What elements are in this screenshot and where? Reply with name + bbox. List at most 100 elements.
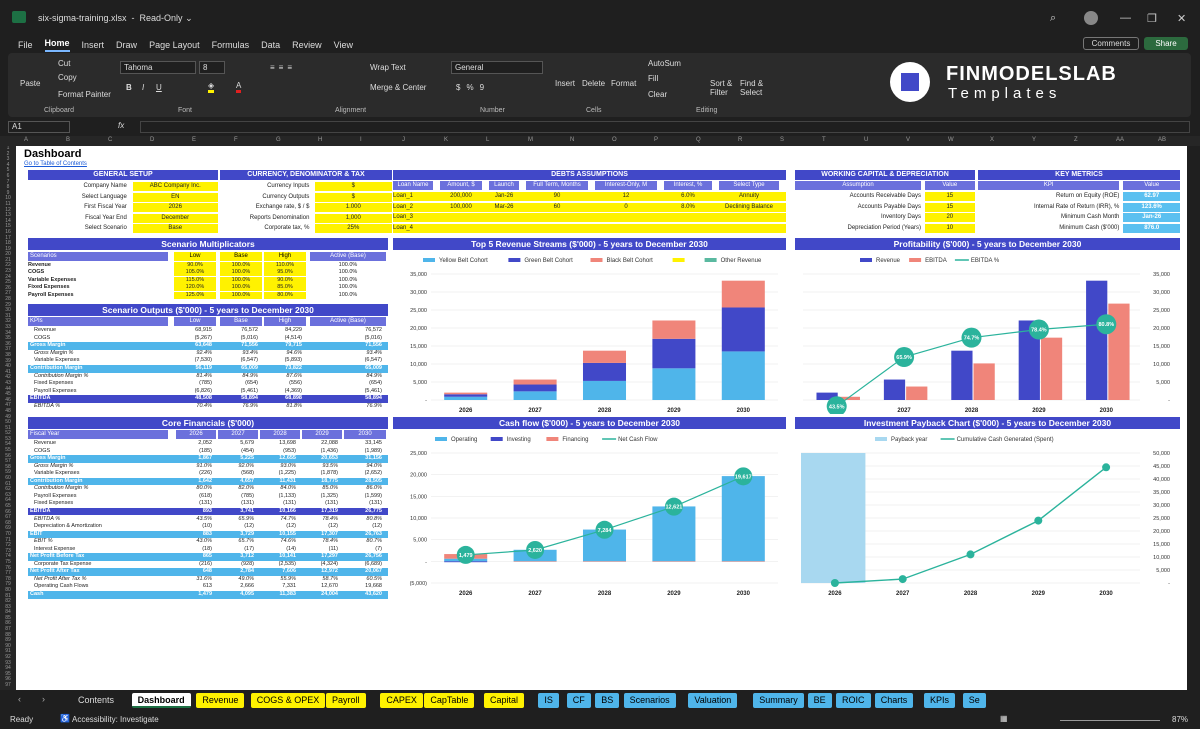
column-header[interactable]: C	[108, 137, 112, 143]
menu-view[interactable]: View	[334, 40, 353, 50]
tab-scroll-right-icon[interactable]: ›	[42, 694, 45, 704]
column-header[interactable]: H	[318, 137, 322, 143]
tab-is[interactable]: IS	[538, 693, 559, 708]
menu-formulas[interactable]: Formulas	[212, 40, 250, 50]
minimize-icon[interactable]: —	[1120, 12, 1131, 24]
underline-button[interactable]: U	[156, 83, 162, 92]
tab-bs[interactable]: BS	[595, 693, 620, 708]
zoom-slider[interactable]	[1060, 720, 1160, 721]
sort-filter-button[interactable]: Sort & Filter	[710, 79, 736, 97]
kpi-cell: Depreciation & Amortization	[34, 523, 102, 530]
normal-view-icon[interactable]: ▦	[1000, 714, 1008, 723]
fx-icon[interactable]: fx	[118, 121, 124, 130]
formula-input[interactable]	[140, 121, 1190, 133]
menu-home[interactable]: Home	[44, 38, 70, 52]
column-header[interactable]: Y	[1032, 137, 1036, 143]
row-number[interactable]: 97	[0, 682, 16, 689]
column-header[interactable]: F	[234, 137, 238, 143]
italic-button[interactable]: I	[142, 83, 144, 92]
wrap-text-button[interactable]: Wrap Text	[370, 63, 406, 72]
column-header[interactable]: G	[276, 137, 281, 143]
menu-insert[interactable]: Insert	[82, 40, 105, 50]
column-header[interactable]: J	[402, 137, 405, 143]
copy-button[interactable]: Copy	[58, 73, 77, 82]
tab-valuation[interactable]: Valuation	[688, 693, 738, 708]
tab-payroll[interactable]: Payroll	[326, 693, 366, 708]
column-header[interactable]: P	[654, 137, 658, 143]
tab-captable[interactable]: CapTable	[424, 693, 475, 708]
align-icons[interactable]: ≡≡≡	[270, 63, 296, 72]
toc-link[interactable]: Go to Table of Contents	[24, 161, 87, 167]
column-header[interactable]: R	[738, 137, 742, 143]
currency-format-icon[interactable]: $%9	[456, 83, 490, 92]
avatar[interactable]	[1084, 11, 1098, 25]
column-header[interactable]: Q	[696, 137, 701, 143]
merge-center-button[interactable]: Merge & Center	[370, 83, 426, 92]
tab-cogs-opex[interactable]: COGS & OPEX	[250, 693, 326, 708]
find-select-button[interactable]: Find & Select	[740, 79, 770, 97]
delete-cells-button[interactable]: Delete	[582, 79, 605, 88]
tab-scenarios[interactable]: Scenarios	[623, 693, 676, 708]
maximize-icon[interactable]: ❐	[1147, 12, 1157, 25]
close-icon[interactable]: ✕	[1177, 12, 1186, 25]
tab-scroll-left-icon[interactable]: ‹	[18, 694, 21, 704]
comments-button[interactable]: Comments	[1083, 37, 1139, 50]
menu-data[interactable]: Data	[261, 40, 280, 50]
tab-cf[interactable]: CF	[566, 693, 591, 708]
column-header[interactable]: V	[906, 137, 910, 143]
paste-button[interactable]: Paste	[20, 79, 40, 88]
column-header[interactable]: M	[528, 137, 533, 143]
tab-capex[interactable]: CAPEX	[380, 693, 423, 708]
column-header[interactable]: D	[150, 137, 154, 143]
column-header[interactable]: AB	[1158, 137, 1166, 143]
font-color-icon[interactable]: A	[236, 81, 242, 93]
menu-review[interactable]: Review	[292, 40, 322, 50]
format-cells-button[interactable]: Format	[611, 79, 636, 88]
tab-revenue[interactable]: Revenue	[196, 693, 245, 708]
share-button[interactable]: Share	[1144, 37, 1188, 50]
column-header[interactable]: L	[486, 137, 489, 143]
font-family-select[interactable]: Tahoma	[120, 61, 196, 74]
number-format-select[interactable]: General	[451, 61, 543, 74]
column-header[interactable]: N	[570, 137, 574, 143]
bold-button[interactable]: B	[126, 83, 132, 92]
fill-color-icon[interactable]: ◈	[208, 81, 215, 93]
column-header[interactable]: E	[192, 137, 196, 143]
format-painter-button[interactable]: Format Painter	[58, 90, 111, 99]
autosum-button[interactable]: AutoSum	[648, 59, 681, 68]
tab-contents[interactable]: Contents	[72, 693, 120, 708]
column-header[interactable]: Z	[1074, 137, 1078, 143]
column-header[interactable]: K	[444, 137, 448, 143]
column-header[interactable]: W	[948, 137, 954, 143]
menu-page-layout[interactable]: Page Layout	[149, 40, 200, 50]
name-box[interactable]: A1	[8, 121, 70, 133]
tab-se[interactable]: Se	[962, 693, 986, 708]
tab-roic[interactable]: ROIC	[836, 693, 871, 708]
legend-swatch	[704, 258, 717, 262]
tab-capital[interactable]: Capital	[484, 693, 525, 708]
accessibility-status[interactable]: Accessibility: Investigate	[72, 715, 159, 724]
column-header[interactable]: A	[24, 137, 28, 143]
menu-file[interactable]: File	[18, 40, 33, 50]
column-header[interactable]: B	[66, 137, 70, 143]
tab-be[interactable]: BE	[807, 693, 832, 708]
cut-button[interactable]: Cut	[58, 59, 70, 68]
search-icon[interactable]: ⌕	[1050, 12, 1056, 25]
column-header[interactable]: X	[990, 137, 994, 143]
font-size-select[interactable]: 8	[199, 61, 225, 74]
column-header[interactable]: I	[360, 137, 362, 143]
worksheet[interactable]: Dashboard Go to Table of Contents GENERA…	[16, 146, 1187, 690]
tab-kpis[interactable]: KPIs	[924, 693, 956, 708]
fill-button[interactable]: Fill	[648, 74, 658, 83]
tab-charts[interactable]: Charts	[874, 693, 914, 708]
menu-draw[interactable]: Draw	[116, 40, 137, 50]
column-header[interactable]: U	[864, 137, 868, 143]
column-header[interactable]: T	[822, 137, 826, 143]
column-header[interactable]: AA	[1116, 137, 1124, 143]
tab-dashboard[interactable]: Dashboard	[131, 693, 191, 708]
tab-summary[interactable]: Summary	[753, 693, 804, 708]
clear-button[interactable]: Clear	[648, 90, 667, 99]
column-header[interactable]: O	[612, 137, 617, 143]
column-header[interactable]: S	[780, 137, 784, 143]
insert-cells-button[interactable]: Insert	[555, 79, 575, 88]
